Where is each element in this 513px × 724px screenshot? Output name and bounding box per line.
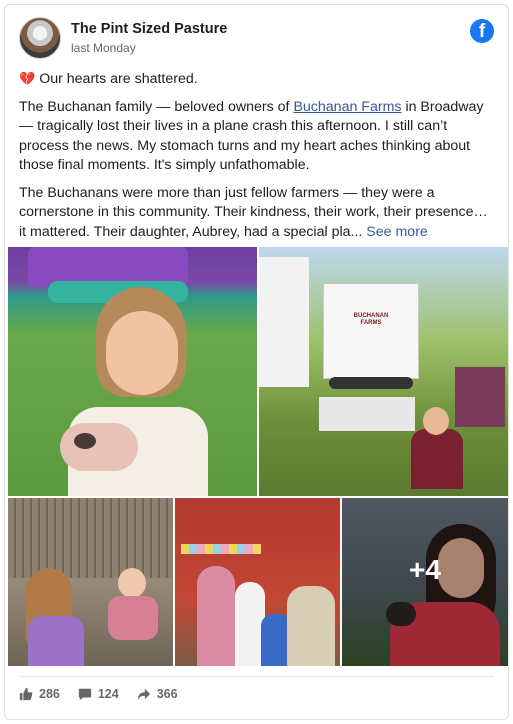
footer-divider bbox=[19, 676, 494, 677]
girl-face bbox=[106, 311, 178, 395]
heading-text: Our hearts are shattered. bbox=[39, 71, 198, 87]
white-house bbox=[259, 257, 309, 387]
truck-sign: BUCHANAN FARMS bbox=[353, 313, 389, 326]
share-arrow-icon bbox=[137, 688, 150, 701]
father bbox=[287, 586, 335, 666]
photo-family-portrait[interactable] bbox=[175, 498, 340, 666]
share-count[interactable]: 366 bbox=[137, 687, 178, 701]
see-more-link[interactable]: See more bbox=[366, 224, 428, 240]
comment-icon bbox=[78, 688, 91, 701]
post-paragraph-1: The Buchanan family — beloved owners of … bbox=[19, 98, 494, 176]
more-photos-overlay[interactable]: +4 bbox=[342, 498, 508, 666]
thumbs-up-icon bbox=[19, 687, 33, 701]
boy-head bbox=[423, 407, 449, 435]
broken-heart-icon: 💔 bbox=[19, 71, 36, 86]
truck-box bbox=[323, 283, 419, 379]
baby-outfit bbox=[108, 596, 158, 640]
photo-woman-with-piglet[interactable]: +4 bbox=[342, 498, 508, 666]
post-text: 💔 Our hearts are shattered. The Buchanan … bbox=[19, 69, 494, 250]
like-count[interactable]: 286 bbox=[19, 687, 60, 701]
barn-fence bbox=[8, 498, 173, 578]
comment-count[interactable]: 124 bbox=[78, 687, 119, 701]
engagement-bar: 286 124 366 bbox=[19, 687, 178, 701]
mother bbox=[197, 566, 235, 666]
page-name[interactable]: The Pint Sized Pasture bbox=[71, 21, 227, 37]
post-heading: 💔 Our hearts are shattered. bbox=[19, 69, 494, 90]
paragraph-1-start: The Buchanan family — beloved owners of bbox=[19, 98, 294, 115]
clothes-rack bbox=[455, 367, 505, 427]
boy-shirt bbox=[411, 429, 463, 489]
post-timestamp[interactable]: last Monday bbox=[71, 41, 136, 55]
share-count-value: 366 bbox=[156, 687, 178, 701]
photo-girl-with-piglet[interactable] bbox=[8, 247, 257, 496]
piglet bbox=[60, 423, 138, 471]
like-count-value: 286 bbox=[39, 687, 60, 701]
more-photos-count: +4 bbox=[409, 554, 441, 585]
older-girl-shirt bbox=[28, 616, 84, 666]
truck-wheels bbox=[329, 377, 413, 389]
buchanan-farms-link[interactable]: Buchanan Farms bbox=[293, 99, 401, 115]
bunting-banner bbox=[181, 544, 261, 554]
post-header: The Pint Sized Pasture last Monday f bbox=[19, 17, 494, 63]
baby-head bbox=[118, 568, 146, 598]
comment-count-value: 124 bbox=[97, 687, 119, 701]
piglet-spot bbox=[74, 433, 96, 449]
market-table bbox=[319, 397, 415, 431]
page-avatar[interactable] bbox=[19, 17, 61, 59]
photo-girls-in-barn[interactable] bbox=[8, 498, 173, 666]
facebook-icon[interactable]: f bbox=[470, 19, 494, 43]
facebook-post-card: The Pint Sized Pasture last Monday f 💔 Ou… bbox=[4, 4, 509, 720]
post-paragraph-2: The Buchanans were more than just fellow… bbox=[19, 184, 494, 243]
photo-truck-and-boy[interactable]: BUCHANAN FARMS bbox=[259, 247, 508, 496]
